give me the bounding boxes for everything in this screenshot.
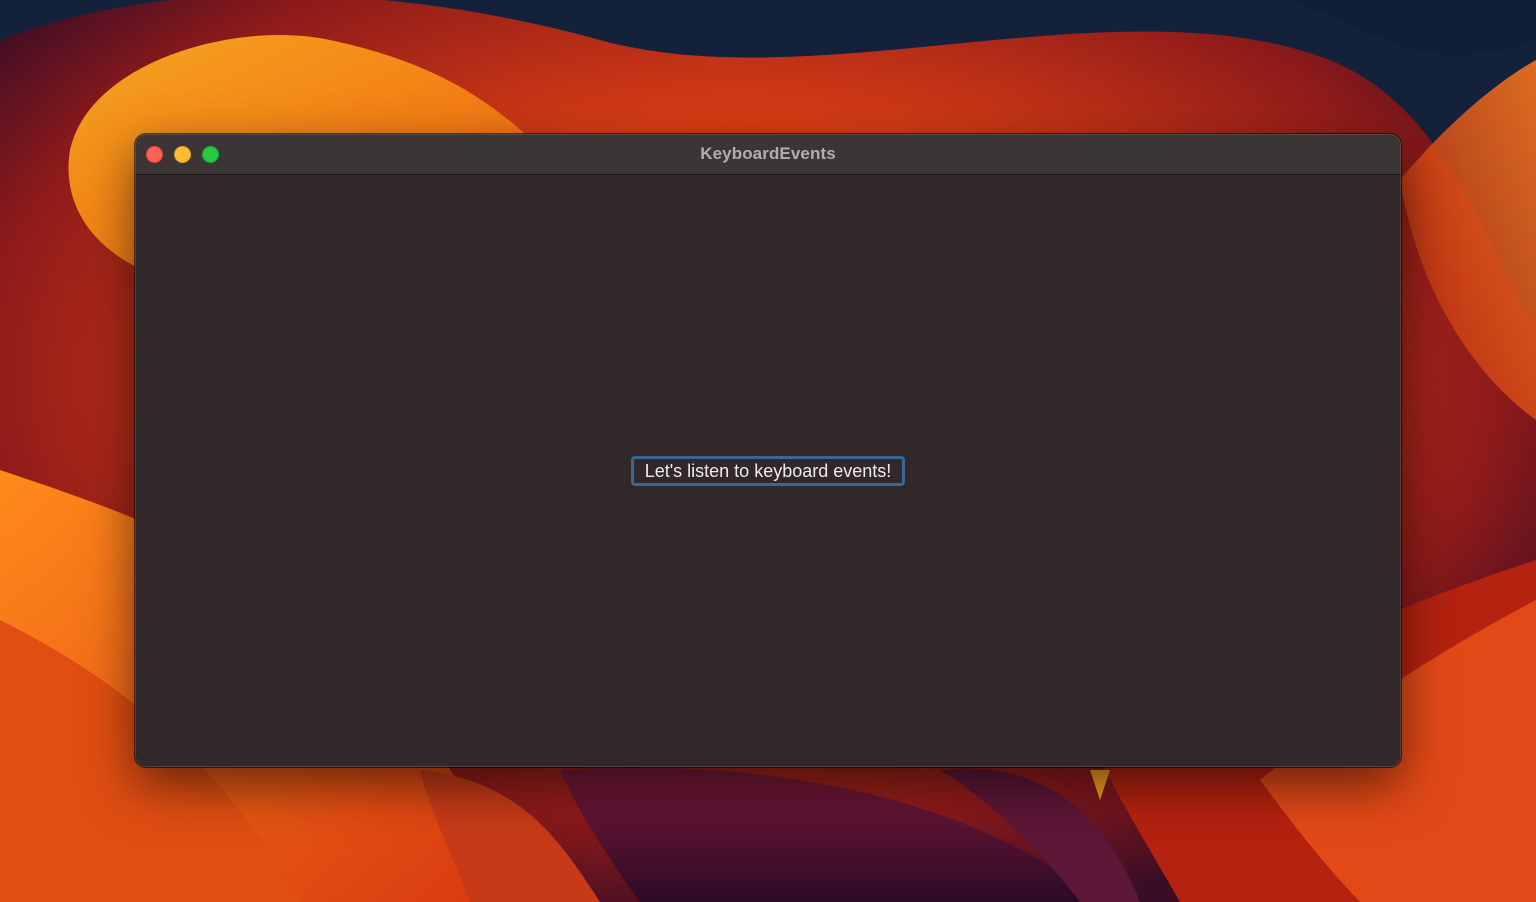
app-window: KeyboardEvents Let's listen to keyboard …	[135, 134, 1401, 767]
window-title: KeyboardEvents	[700, 144, 836, 163]
window-content: Let's listen to keyboard events!	[135, 175, 1401, 767]
desktop: KeyboardEvents Let's listen to keyboard …	[0, 0, 1536, 902]
title-bar[interactable]: KeyboardEvents	[135, 134, 1401, 175]
focused-keyboard-label[interactable]: Let's listen to keyboard events!	[631, 456, 905, 486]
